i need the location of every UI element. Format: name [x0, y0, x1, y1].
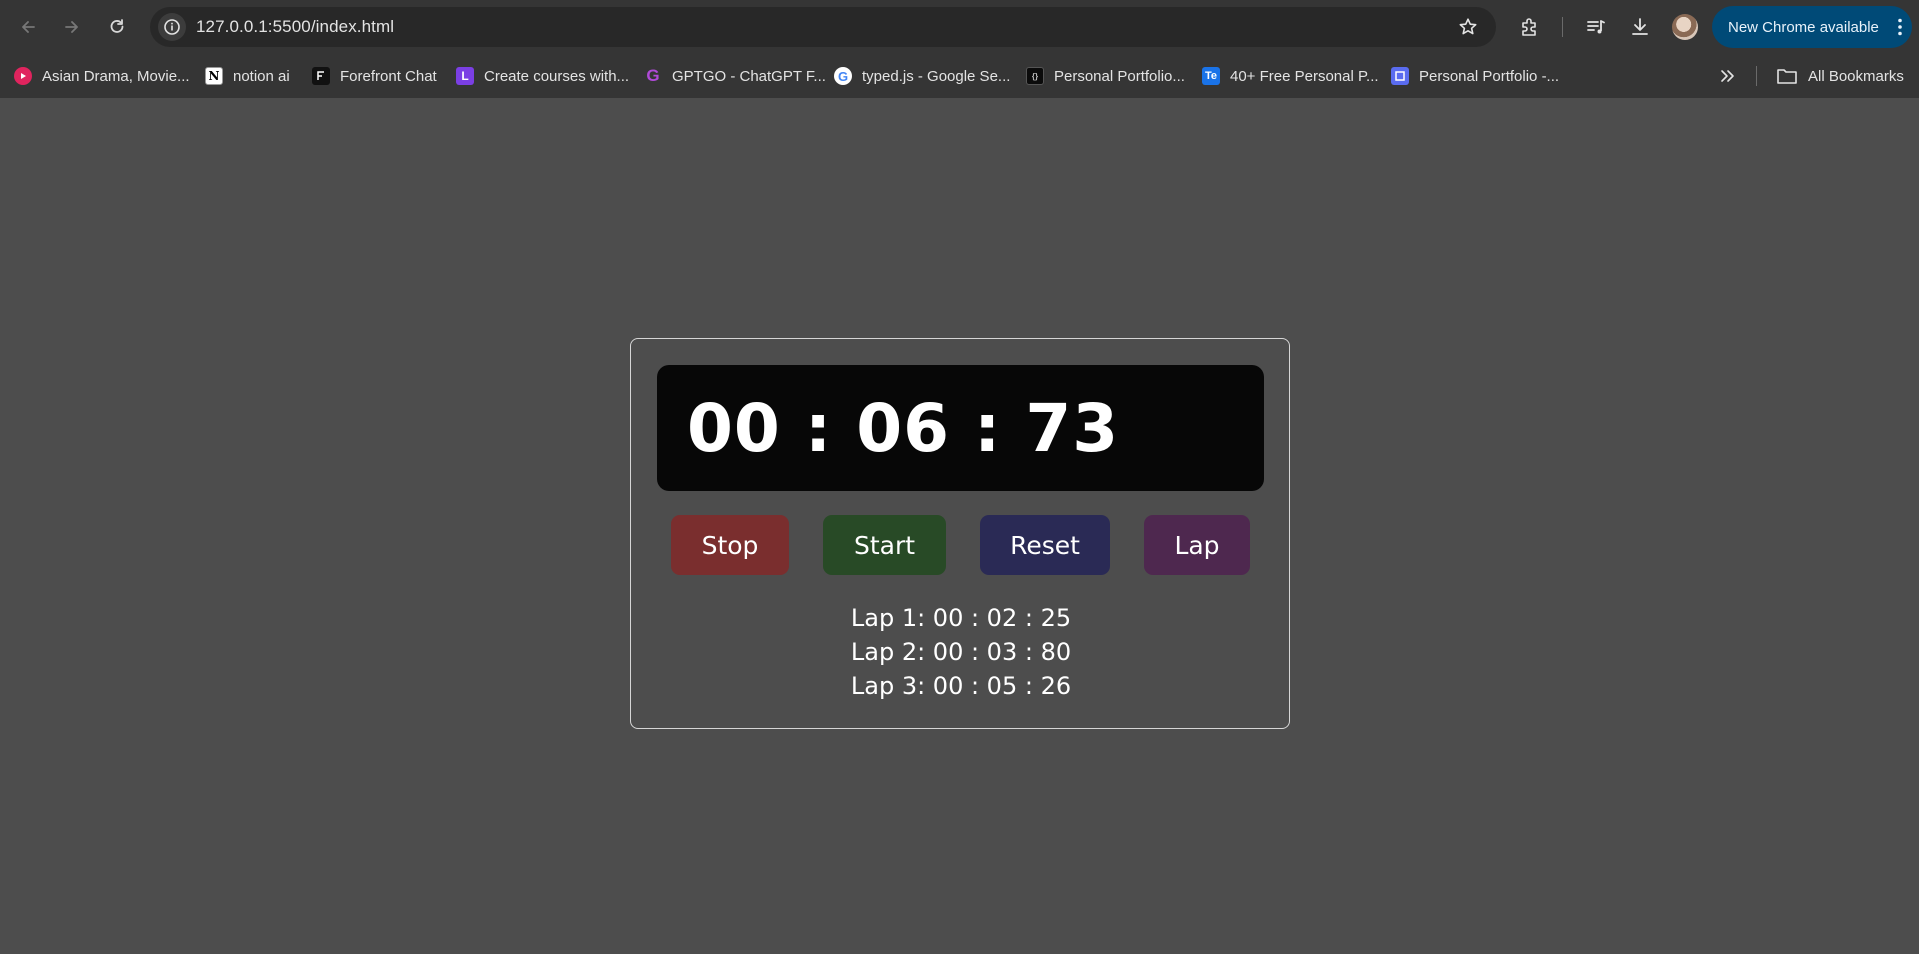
notion-icon: N: [205, 67, 223, 85]
reload-icon: [110, 19, 124, 33]
bookmark-label: Personal Portfolio...: [1054, 67, 1185, 85]
all-bookmarks-label: All Bookmarks: [1808, 67, 1904, 85]
more-bookmarks-button[interactable]: [1715, 66, 1739, 86]
bookmark-label: Asian Drama, Movie...: [42, 67, 190, 85]
browser-toolbar: 127.0.0.1:5500/index.html New Chrome ava…: [0, 0, 1919, 54]
square-icon: [1391, 67, 1409, 85]
bookmark-label: GPTGO - ChatGPT F...: [672, 67, 826, 85]
bookmark-label: typed.js - Google Se...: [862, 67, 1011, 85]
lap-list: Lap 1: 00 : 02 : 25 Lap 2: 00 : 03 : 80 …: [631, 601, 1291, 703]
stop-button[interactable]: Stop: [671, 515, 789, 575]
folder-icon: [1777, 69, 1797, 84]
te-icon: Te: [1202, 67, 1220, 85]
downloads-button[interactable]: [1628, 15, 1652, 39]
elapsed-time: 00 : 06 : 73: [687, 390, 1120, 467]
start-button[interactable]: Start: [823, 515, 946, 575]
lap-item: Lap 3: 00 : 05 : 26: [850, 672, 1072, 700]
arrow-left-icon: [22, 21, 35, 33]
bookmark-label: Personal Portfolio -...: [1419, 67, 1560, 85]
letter-l-icon: L: [456, 67, 474, 85]
bookmark-item[interactable]: {} Personal Portfolio...: [1026, 64, 1185, 88]
site-info-button[interactable]: [158, 13, 186, 41]
download-icon: [1632, 18, 1648, 35]
puzzle-icon: [1522, 18, 1536, 36]
media-controls-button[interactable]: [1584, 15, 1608, 39]
browser-chrome: 127.0.0.1:5500/index.html New Chrome ava…: [0, 0, 1919, 98]
google-icon: G: [834, 67, 852, 85]
bookmark-item[interactable]: G GPTGO - ChatGPT F...: [644, 64, 826, 88]
address-bar[interactable]: 127.0.0.1:5500/index.html: [150, 7, 1496, 47]
bookmark-label: notion ai: [233, 67, 290, 85]
profile-avatar[interactable]: [1672, 14, 1698, 40]
info-icon: [164, 19, 180, 35]
stopwatch-card: 00 : 06 : 73 Stop Start Reset Lap Lap 1:…: [630, 338, 1290, 729]
lap-button[interactable]: Lap: [1144, 515, 1250, 575]
play-circle-icon: [14, 67, 32, 85]
bookmark-star-icon[interactable]: [1458, 17, 1478, 37]
queue-music-icon: [1587, 20, 1605, 34]
bookmarks-divider: [1756, 66, 1757, 86]
forefront-icon: [312, 67, 330, 85]
arrow-right-icon: [65, 21, 78, 33]
forward-button[interactable]: [58, 13, 86, 41]
reset-button[interactable]: Reset: [980, 515, 1110, 575]
bookmark-label: 40+ Free Personal P...: [1230, 67, 1379, 85]
toolbar-divider: [1562, 17, 1563, 37]
bookmark-label: Forefront Chat: [340, 67, 437, 85]
bookmark-item[interactable]: N notion ai: [205, 64, 290, 88]
more-vert-icon: [1898, 18, 1902, 36]
url-text[interactable]: 127.0.0.1:5500/index.html: [196, 17, 394, 37]
bookmark-item[interactable]: Asian Drama, Movie...: [14, 64, 190, 88]
new-chrome-available-button[interactable]: New Chrome available: [1712, 6, 1912, 48]
extensions-button[interactable]: [1518, 15, 1542, 39]
bookmark-item[interactable]: G typed.js - Google Se...: [834, 64, 1010, 88]
bookmark-item[interactable]: Forefront Chat: [312, 64, 437, 88]
update-label: New Chrome available: [1728, 18, 1879, 36]
bookmark-item[interactable]: L Create courses with...: [456, 64, 629, 88]
lap-item: Lap 2: 00 : 03 : 80: [850, 638, 1072, 666]
bookmarks-bar: Asian Drama, Movie... N notion ai Forefr…: [0, 54, 1919, 98]
reload-button[interactable]: [103, 13, 131, 41]
letter-g-icon: G: [646, 66, 660, 85]
back-button[interactable]: [14, 13, 42, 41]
bookmark-item[interactable]: Personal Portfolio -...: [1391, 64, 1559, 88]
bookmark-label: Create courses with...: [484, 67, 630, 85]
all-bookmarks-button[interactable]: All Bookmarks: [1776, 64, 1904, 88]
lap-item: Lap 1: 00 : 02 : 25: [850, 604, 1072, 632]
code-icon: {}: [1026, 67, 1044, 85]
time-display: 00 : 06 : 73: [657, 365, 1264, 491]
chevron-double-right-icon: [1721, 70, 1734, 82]
bookmark-item[interactable]: Te 40+ Free Personal P...: [1202, 64, 1379, 88]
